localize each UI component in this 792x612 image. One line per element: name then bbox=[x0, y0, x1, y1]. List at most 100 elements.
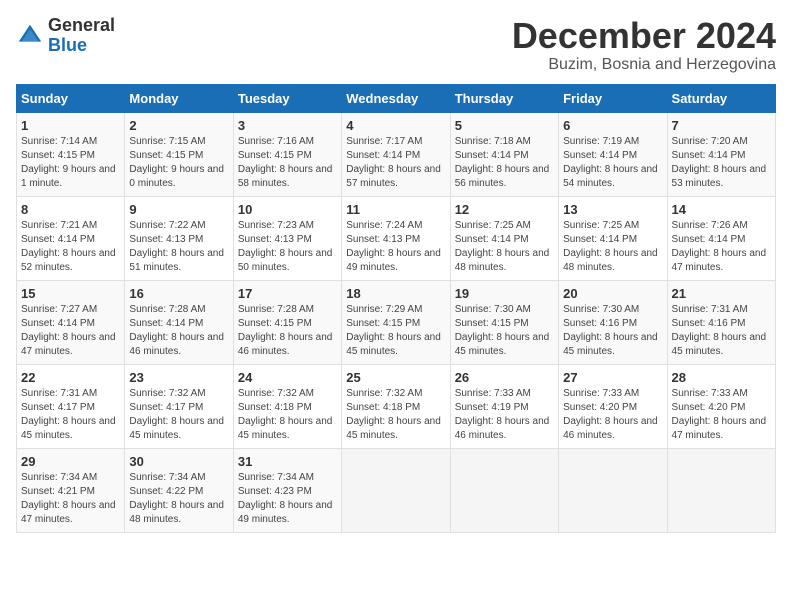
day-content: Sunrise: 7:22 AM Sunset: 4:13 PM Dayligh… bbox=[129, 219, 228, 275]
calendar-cell: 14 Sunrise: 7:26 AM Sunset: 4:14 PM Dayl… bbox=[667, 196, 775, 280]
day-content: Sunrise: 7:25 AM Sunset: 4:14 PM Dayligh… bbox=[563, 219, 662, 275]
day-number: 27 bbox=[563, 370, 662, 385]
day-number: 11 bbox=[346, 202, 445, 217]
day-number: 22 bbox=[21, 370, 120, 385]
day-number: 21 bbox=[672, 286, 771, 301]
calendar-cell: 18 Sunrise: 7:29 AM Sunset: 4:15 PM Dayl… bbox=[342, 280, 450, 364]
day-content: Sunrise: 7:18 AM Sunset: 4:14 PM Dayligh… bbox=[455, 135, 554, 191]
calendar-cell: 22 Sunrise: 7:31 AM Sunset: 4:17 PM Dayl… bbox=[17, 364, 125, 448]
calendar-cell: 23 Sunrise: 7:32 AM Sunset: 4:17 PM Dayl… bbox=[125, 364, 233, 448]
calendar-cell: 9 Sunrise: 7:22 AM Sunset: 4:13 PM Dayli… bbox=[125, 196, 233, 280]
calendar-cell: 2 Sunrise: 7:15 AM Sunset: 4:15 PM Dayli… bbox=[125, 112, 233, 196]
day-content: Sunrise: 7:31 AM Sunset: 4:17 PM Dayligh… bbox=[21, 387, 120, 443]
calendar-cell bbox=[667, 448, 775, 532]
day-content: Sunrise: 7:16 AM Sunset: 4:15 PM Dayligh… bbox=[238, 135, 337, 191]
day-content: Sunrise: 7:26 AM Sunset: 4:14 PM Dayligh… bbox=[672, 219, 771, 275]
calendar-cell: 28 Sunrise: 7:33 AM Sunset: 4:20 PM Dayl… bbox=[667, 364, 775, 448]
day-content: Sunrise: 7:29 AM Sunset: 4:15 PM Dayligh… bbox=[346, 303, 445, 359]
logo-general: General bbox=[48, 16, 115, 36]
calendar-cell: 24 Sunrise: 7:32 AM Sunset: 4:18 PM Dayl… bbox=[233, 364, 341, 448]
calendar-week-row: 29 Sunrise: 7:34 AM Sunset: 4:21 PM Dayl… bbox=[17, 448, 776, 532]
day-content: Sunrise: 7:34 AM Sunset: 4:21 PM Dayligh… bbox=[21, 471, 120, 527]
calendar-cell: 21 Sunrise: 7:31 AM Sunset: 4:16 PM Dayl… bbox=[667, 280, 775, 364]
calendar-cell: 29 Sunrise: 7:34 AM Sunset: 4:21 PM Dayl… bbox=[17, 448, 125, 532]
day-content: Sunrise: 7:30 AM Sunset: 4:16 PM Dayligh… bbox=[563, 303, 662, 359]
calendar-week-row: 1 Sunrise: 7:14 AM Sunset: 4:15 PM Dayli… bbox=[17, 112, 776, 196]
header-friday: Friday bbox=[559, 84, 667, 112]
calendar-week-row: 22 Sunrise: 7:31 AM Sunset: 4:17 PM Dayl… bbox=[17, 364, 776, 448]
day-number: 17 bbox=[238, 286, 337, 301]
day-number: 19 bbox=[455, 286, 554, 301]
header: General Blue December 2024 Buzim, Bosnia… bbox=[16, 16, 776, 74]
calendar-cell: 16 Sunrise: 7:28 AM Sunset: 4:14 PM Dayl… bbox=[125, 280, 233, 364]
calendar-cell: 7 Sunrise: 7:20 AM Sunset: 4:14 PM Dayli… bbox=[667, 112, 775, 196]
day-number: 2 bbox=[129, 118, 228, 133]
header-thursday: Thursday bbox=[450, 84, 558, 112]
day-number: 8 bbox=[21, 202, 120, 217]
day-number: 9 bbox=[129, 202, 228, 217]
calendar-cell: 27 Sunrise: 7:33 AM Sunset: 4:20 PM Dayl… bbox=[559, 364, 667, 448]
day-content: Sunrise: 7:21 AM Sunset: 4:14 PM Dayligh… bbox=[21, 219, 120, 275]
day-number: 10 bbox=[238, 202, 337, 217]
header-sunday: Sunday bbox=[17, 84, 125, 112]
day-content: Sunrise: 7:32 AM Sunset: 4:18 PM Dayligh… bbox=[346, 387, 445, 443]
day-content: Sunrise: 7:28 AM Sunset: 4:14 PM Dayligh… bbox=[129, 303, 228, 359]
calendar-week-row: 15 Sunrise: 7:27 AM Sunset: 4:14 PM Dayl… bbox=[17, 280, 776, 364]
day-content: Sunrise: 7:32 AM Sunset: 4:18 PM Dayligh… bbox=[238, 387, 337, 443]
calendar-cell: 25 Sunrise: 7:32 AM Sunset: 4:18 PM Dayl… bbox=[342, 364, 450, 448]
day-number: 24 bbox=[238, 370, 337, 385]
day-number: 30 bbox=[129, 454, 228, 469]
calendar-cell: 5 Sunrise: 7:18 AM Sunset: 4:14 PM Dayli… bbox=[450, 112, 558, 196]
calendar-cell: 3 Sunrise: 7:16 AM Sunset: 4:15 PM Dayli… bbox=[233, 112, 341, 196]
calendar-cell: 15 Sunrise: 7:27 AM Sunset: 4:14 PM Dayl… bbox=[17, 280, 125, 364]
calendar-cell: 31 Sunrise: 7:34 AM Sunset: 4:23 PM Dayl… bbox=[233, 448, 341, 532]
calendar-cell: 26 Sunrise: 7:33 AM Sunset: 4:19 PM Dayl… bbox=[450, 364, 558, 448]
logo-icon bbox=[16, 22, 44, 50]
logo: General Blue bbox=[16, 16, 115, 56]
day-content: Sunrise: 7:31 AM Sunset: 4:16 PM Dayligh… bbox=[672, 303, 771, 359]
calendar-cell bbox=[559, 448, 667, 532]
header-wednesday: Wednesday bbox=[342, 84, 450, 112]
day-number: 25 bbox=[346, 370, 445, 385]
header-saturday: Saturday bbox=[667, 84, 775, 112]
calendar-cell: 11 Sunrise: 7:24 AM Sunset: 4:13 PM Dayl… bbox=[342, 196, 450, 280]
logo-blue: Blue bbox=[48, 36, 115, 56]
day-content: Sunrise: 7:14 AM Sunset: 4:15 PM Dayligh… bbox=[21, 135, 120, 191]
day-content: Sunrise: 7:27 AM Sunset: 4:14 PM Dayligh… bbox=[21, 303, 120, 359]
day-content: Sunrise: 7:33 AM Sunset: 4:20 PM Dayligh… bbox=[563, 387, 662, 443]
header-monday: Monday bbox=[125, 84, 233, 112]
calendar-cell: 1 Sunrise: 7:14 AM Sunset: 4:15 PM Dayli… bbox=[17, 112, 125, 196]
calendar-table: SundayMondayTuesdayWednesdayThursdayFrid… bbox=[16, 84, 776, 533]
calendar-cell bbox=[450, 448, 558, 532]
day-number: 3 bbox=[238, 118, 337, 133]
day-number: 20 bbox=[563, 286, 662, 301]
calendar-week-row: 8 Sunrise: 7:21 AM Sunset: 4:14 PM Dayli… bbox=[17, 196, 776, 280]
day-number: 29 bbox=[21, 454, 120, 469]
day-number: 14 bbox=[672, 202, 771, 217]
day-content: Sunrise: 7:19 AM Sunset: 4:14 PM Dayligh… bbox=[563, 135, 662, 191]
day-number: 7 bbox=[672, 118, 771, 133]
day-content: Sunrise: 7:20 AM Sunset: 4:14 PM Dayligh… bbox=[672, 135, 771, 191]
calendar-cell: 20 Sunrise: 7:30 AM Sunset: 4:16 PM Dayl… bbox=[559, 280, 667, 364]
header-tuesday: Tuesday bbox=[233, 84, 341, 112]
calendar-cell: 4 Sunrise: 7:17 AM Sunset: 4:14 PM Dayli… bbox=[342, 112, 450, 196]
day-number: 13 bbox=[563, 202, 662, 217]
calendar-header-row: SundayMondayTuesdayWednesdayThursdayFrid… bbox=[17, 84, 776, 112]
day-content: Sunrise: 7:15 AM Sunset: 4:15 PM Dayligh… bbox=[129, 135, 228, 191]
day-content: Sunrise: 7:34 AM Sunset: 4:23 PM Dayligh… bbox=[238, 471, 337, 527]
day-number: 23 bbox=[129, 370, 228, 385]
day-number: 1 bbox=[21, 118, 120, 133]
month-title: December 2024 bbox=[512, 16, 776, 56]
calendar-cell: 30 Sunrise: 7:34 AM Sunset: 4:22 PM Dayl… bbox=[125, 448, 233, 532]
day-number: 26 bbox=[455, 370, 554, 385]
day-number: 28 bbox=[672, 370, 771, 385]
day-content: Sunrise: 7:17 AM Sunset: 4:14 PM Dayligh… bbox=[346, 135, 445, 191]
day-content: Sunrise: 7:28 AM Sunset: 4:15 PM Dayligh… bbox=[238, 303, 337, 359]
day-content: Sunrise: 7:33 AM Sunset: 4:19 PM Dayligh… bbox=[455, 387, 554, 443]
day-number: 16 bbox=[129, 286, 228, 301]
day-content: Sunrise: 7:33 AM Sunset: 4:20 PM Dayligh… bbox=[672, 387, 771, 443]
calendar-cell: 8 Sunrise: 7:21 AM Sunset: 4:14 PM Dayli… bbox=[17, 196, 125, 280]
day-content: Sunrise: 7:30 AM Sunset: 4:15 PM Dayligh… bbox=[455, 303, 554, 359]
calendar-cell bbox=[342, 448, 450, 532]
day-number: 6 bbox=[563, 118, 662, 133]
